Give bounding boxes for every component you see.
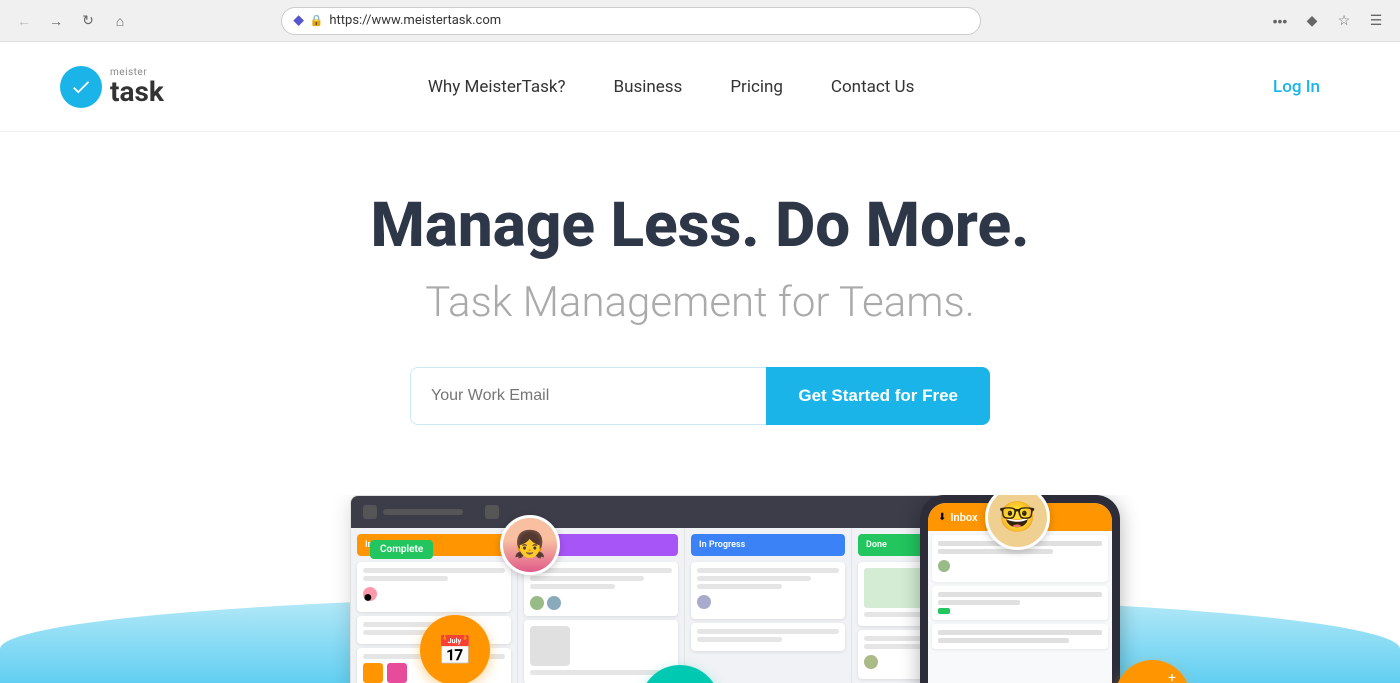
bookmark-button[interactable]: ☆: [1330, 7, 1358, 35]
card-line: [697, 576, 811, 581]
floating-avatar-girl: 👧: [500, 515, 560, 575]
card-line: [363, 568, 505, 573]
back-button[interactable]: ←: [10, 7, 38, 35]
nav-why-meistertask[interactable]: Why MeisterTask?: [404, 67, 590, 107]
nav-contact-us[interactable]: Contact Us: [807, 67, 938, 107]
get-started-button[interactable]: Get Started for Free: [766, 367, 990, 425]
phone-card: [932, 624, 1108, 649]
shield-button[interactable]: ◆: [1298, 7, 1326, 35]
card-line: [697, 584, 782, 589]
logo-text: meister task: [110, 68, 164, 106]
done-label: Done: [866, 540, 887, 550]
hero-title: Manage Less. Do More.: [20, 192, 1380, 260]
card-line: [697, 568, 839, 573]
lock-icon: 🔒: [310, 14, 324, 27]
card-line: [697, 629, 839, 634]
email-input[interactable]: [410, 367, 766, 425]
website-content: meister task Why MeisterTask? Business P…: [0, 42, 1400, 683]
card-line: [697, 637, 782, 642]
column-header-inprogress: In Progress: [691, 534, 845, 556]
board-card: [691, 623, 845, 651]
phone-inbox-label: Inbox: [950, 511, 977, 524]
home-button[interactable]: ⌂: [106, 7, 134, 35]
header-right: Log In: [1253, 77, 1340, 97]
inprogress-label: In Progress: [699, 540, 745, 550]
card-line: [530, 670, 672, 675]
refresh-button[interactable]: ↻: [74, 7, 102, 35]
browser-chrome: ← → ↻ ⌂ ◆ 🔒 https://www.meistertask.com …: [0, 0, 1400, 42]
phone-card: [932, 586, 1108, 620]
browser-right-controls: ••• ◆ ☆ ☰: [1266, 7, 1390, 35]
url-text: https://www.meistertask.com: [329, 13, 501, 28]
complete-badge: Complete: [370, 540, 433, 559]
shield-icon: ◆: [294, 13, 304, 28]
login-button[interactable]: Log In: [1253, 67, 1340, 107]
forward-button[interactable]: →: [42, 7, 70, 35]
logo[interactable]: meister task: [60, 66, 164, 108]
card-line: [530, 568, 672, 573]
menu-button[interactable]: ☰: [1362, 7, 1390, 35]
hero-subtitle: Task Management for Teams.: [20, 278, 1380, 327]
hero-section: Manage Less. Do More. Task Management fo…: [0, 132, 1400, 465]
site-header: meister task Why MeisterTask? Business P…: [0, 42, 1400, 132]
nav-pricing[interactable]: Pricing: [706, 67, 807, 107]
card-line: [363, 576, 448, 581]
address-bar[interactable]: ◆ 🔒 https://www.meistertask.com: [281, 7, 981, 35]
checkmark-icon: [70, 76, 92, 98]
nav-business[interactable]: Business: [590, 67, 707, 107]
main-nav: Why MeisterTask? Business Pricing Contac…: [404, 67, 939, 107]
board-column-inprogress: In Progress: [685, 528, 852, 683]
card-line: [530, 584, 615, 589]
logo-icon: [60, 66, 102, 108]
hero-cta-form: Get Started for Free: [410, 367, 990, 425]
board-card: ●: [357, 562, 511, 612]
logo-task-text: task: [110, 78, 164, 106]
board-card: [524, 562, 678, 616]
browser-nav-buttons: ← → ↻ ⌂: [10, 7, 134, 35]
extensions-button[interactable]: •••: [1266, 7, 1294, 35]
floating-badge-calendar: 📅: [420, 615, 490, 683]
card-line: [530, 576, 644, 581]
board-card: [691, 562, 845, 619]
dashboard-preview: Complete: [0, 495, 1400, 683]
